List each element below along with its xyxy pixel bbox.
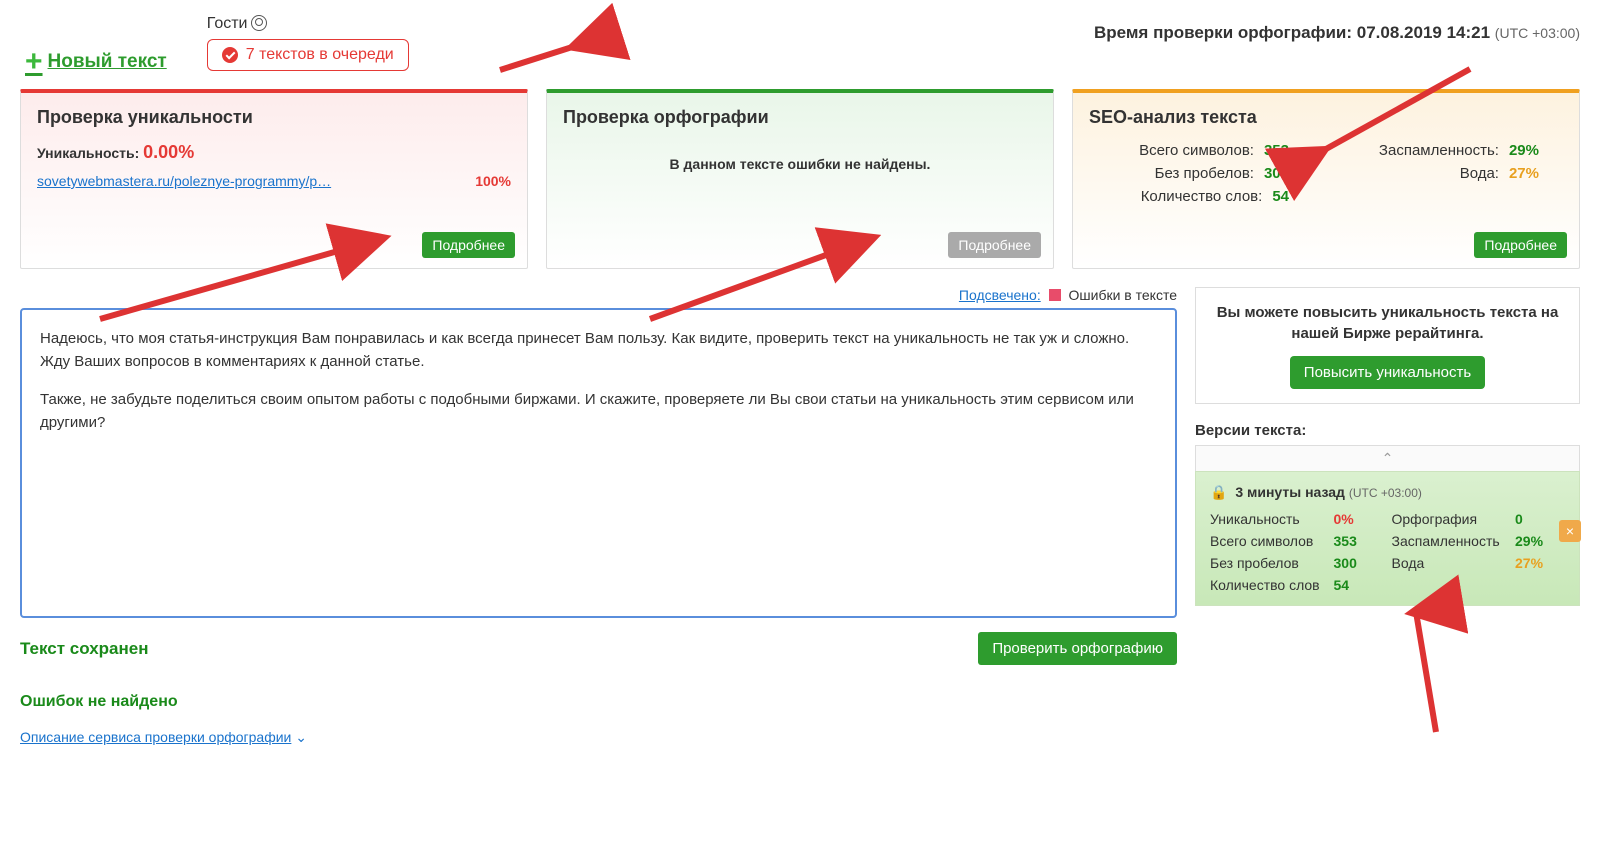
seo-words: 54	[1272, 188, 1289, 205]
editor-paragraph: Также, не забудьте поделиться своим опыт…	[40, 389, 1157, 434]
version-uniqueness: 0%	[1334, 511, 1384, 527]
guests-label: Гости	[207, 15, 248, 32]
panels-row: Проверка уникальности Уникальность: 0.00…	[20, 89, 1580, 269]
user-icon	[251, 15, 267, 31]
source-percent: 100%	[475, 173, 511, 189]
more-button[interactable]: Подробнее	[1474, 232, 1567, 258]
version-card[interactable]: 🔒 3 минуты назад (UTC +03:00) Уникальнос…	[1195, 471, 1580, 606]
panel-uniqueness: Проверка уникальности Уникальность: 0.00…	[20, 89, 528, 269]
more-button[interactable]: Подробнее	[422, 232, 515, 258]
delete-version-button[interactable]: ×	[1559, 520, 1581, 542]
uniqueness-value: 0.00%	[143, 142, 194, 162]
uniqueness-label: Уникальность:	[37, 145, 139, 161]
spelling-message: В данном тексте ошибки не найдены.	[563, 156, 1037, 172]
version-nospace: 300	[1334, 555, 1384, 571]
version-chars: 353	[1334, 533, 1384, 549]
chevron-up-icon: ⌃	[1382, 450, 1394, 466]
seo-spam: 29%	[1509, 142, 1539, 159]
no-errors-label: Ошибок не найдено	[20, 693, 1177, 711]
editor-paragraph: Надеюсь, что моя статья-инструкция Вам п…	[40, 328, 1157, 373]
plus-icon: +	[25, 45, 43, 79]
new-text-link[interactable]: + Новый текст	[25, 45, 167, 79]
highlight-legend: Подсвечено: Ошибки в тексте	[20, 287, 1177, 303]
text-editor[interactable]: Надеюсь, что моя статья-инструкция Вам п…	[20, 308, 1177, 618]
panel-seo: SEO-анализ текста Всего символов:353 Без…	[1072, 89, 1580, 269]
check-spelling-button[interactable]: Проверить орфографию	[978, 632, 1177, 665]
panel-title: SEO-анализ текста	[1089, 107, 1563, 128]
editor-row: Подсвечено: Ошибки в тексте Надеюсь, что…	[20, 287, 1580, 746]
chevron-down-icon: ⌄	[295, 729, 307, 745]
versions-title: Версии текста:	[1195, 422, 1580, 439]
versions-scroll-up[interactable]: ⌃	[1195, 445, 1580, 471]
version-spam: 29%	[1515, 533, 1565, 549]
service-description-link[interactable]: Описание сервиса проверки орфографии	[20, 729, 291, 745]
highlight-link[interactable]: Подсвечено:	[959, 287, 1041, 303]
timestamp: Время проверки орфографии: 07.08.2019 14…	[1094, 23, 1580, 43]
version-water: 27%	[1515, 555, 1565, 571]
right-column: Вы можете повысить уникальность текста н…	[1195, 287, 1580, 746]
more-button[interactable]: Подробнее	[948, 232, 1041, 258]
seo-nospace: 300	[1264, 165, 1289, 182]
lock-icon: 🔒	[1210, 484, 1227, 501]
source-link[interactable]: sovetywebmastera.ru/poleznye-programmy/p…	[37, 173, 331, 189]
new-text-label: Новый текст	[48, 51, 167, 73]
saved-status: Текст сохранен	[20, 639, 148, 659]
error-color-swatch	[1049, 289, 1061, 301]
queue-label: 7 текстов в очереди	[246, 46, 394, 64]
annotation-arrow	[1396, 602, 1456, 745]
version-spelling: 0	[1515, 511, 1565, 527]
promo-box: Вы можете повысить уникальность текста н…	[1195, 287, 1580, 404]
panel-title: Проверка уникальности	[37, 107, 511, 128]
panel-title: Проверка орфографии	[563, 107, 1037, 128]
seo-chars: 353	[1264, 142, 1289, 159]
editor-left: Подсвечено: Ошибки в тексте Надеюсь, что…	[20, 287, 1177, 746]
check-circle-icon	[222, 47, 238, 63]
annotation-arrow	[490, 25, 620, 88]
panel-spelling: Проверка орфографии В данном тексте ошиб…	[546, 89, 1054, 269]
topbar: + Новый текст Гости 7 текстов в очереди …	[20, 15, 1580, 79]
queue-pill[interactable]: 7 текстов в очереди	[207, 39, 409, 71]
promo-text: Вы можете повысить уникальность текста н…	[1210, 302, 1565, 344]
seo-water: 27%	[1509, 165, 1539, 182]
version-words: 54	[1334, 577, 1384, 593]
increase-uniqueness-button[interactable]: Повысить уникальность	[1290, 356, 1485, 389]
guests-block: Гости 7 текстов в очереди	[207, 15, 409, 71]
